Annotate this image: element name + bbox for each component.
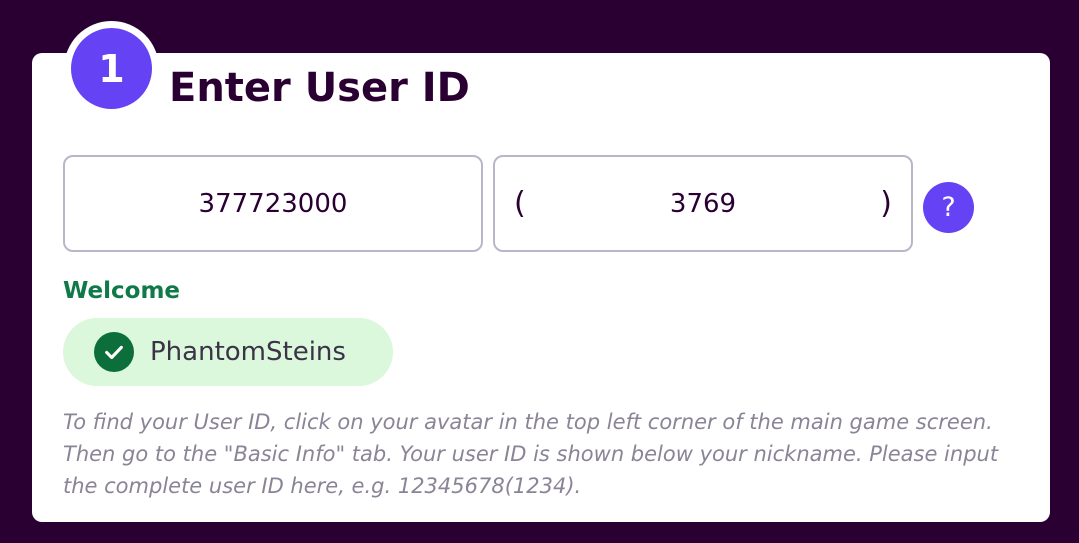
server-id-field[interactable]: ( )	[493, 155, 913, 252]
user-id-hint-text: To find your User ID, click on your avat…	[63, 410, 999, 498]
user-id-field[interactable]	[63, 155, 483, 252]
server-id-input[interactable]	[495, 157, 911, 250]
verified-user-badge: PhantomSteins	[63, 318, 393, 386]
user-id-input[interactable]	[65, 157, 481, 250]
section-title: Enter User ID	[169, 65, 470, 111]
help-button[interactable]: ?	[923, 182, 974, 233]
question-icon: ?	[941, 192, 956, 223]
welcome-label: Welcome	[63, 278, 181, 304]
checkmark-icon	[94, 332, 134, 372]
close-paren: )	[880, 186, 892, 221]
open-paren: (	[514, 186, 526, 221]
username-text: PhantomSteins	[150, 337, 346, 367]
step-number-badge: 1	[71, 28, 152, 109]
